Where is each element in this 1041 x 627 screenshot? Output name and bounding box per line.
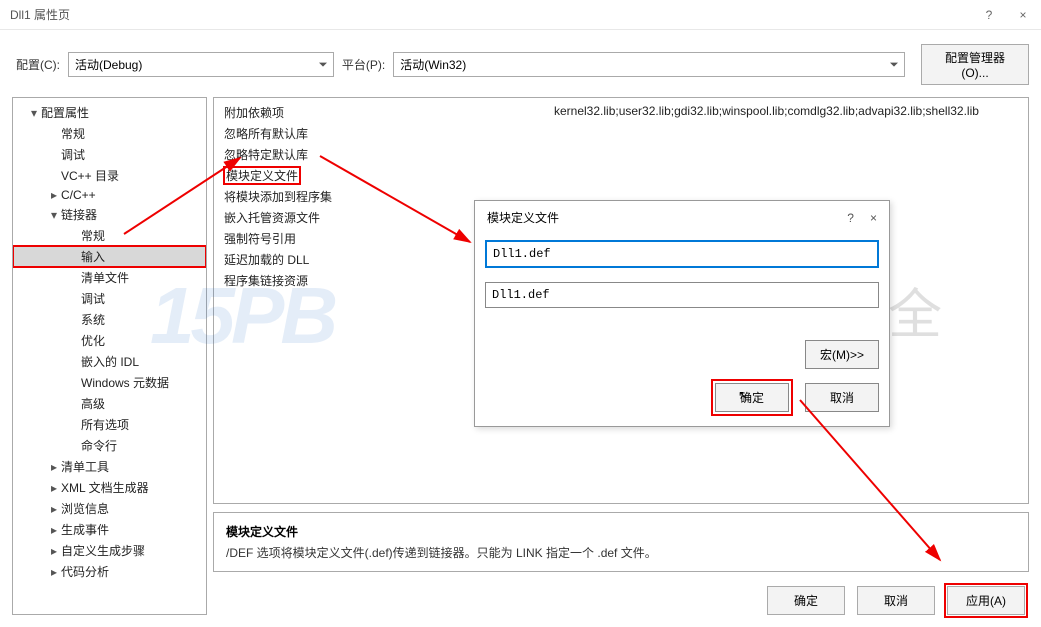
- tree-item[interactable]: VC++ 目录: [13, 165, 206, 186]
- help-icon[interactable]: ?: [981, 8, 997, 22]
- tree-item[interactable]: 常规: [13, 225, 206, 246]
- dialog-title: 模块定义文件: [487, 209, 559, 226]
- property-label: 附加依赖项: [224, 104, 554, 121]
- tree-item[interactable]: ▸代码分析: [13, 561, 206, 582]
- config-manager-button[interactable]: 配置管理器(O)...: [921, 44, 1029, 85]
- tree-item[interactable]: 系统: [13, 309, 206, 330]
- module-def-evaluated: [485, 282, 879, 308]
- desc-title: 模块定义文件: [226, 523, 1016, 540]
- dialog-titlebar: 模块定义文件 ? ×: [475, 201, 889, 234]
- description-panel: 模块定义文件 /DEF 选项将模块定义文件(.def)传递到链接器。只能为 LI…: [213, 512, 1029, 572]
- tree-item[interactable]: 嵌入的 IDL: [13, 351, 206, 372]
- desc-text: /DEF 选项将模块定义文件(.def)传递到链接器。只能为 LINK 指定一个…: [226, 544, 1016, 561]
- tree-item[interactable]: ▸浏览信息: [13, 498, 206, 519]
- tree-item[interactable]: 常规: [13, 123, 206, 144]
- dialog-close-icon[interactable]: ×: [870, 211, 877, 225]
- tree-item[interactable]: 优化: [13, 330, 206, 351]
- titlebar: Dll1 属性页 ? ×: [0, 0, 1041, 30]
- tree-item[interactable]: ▸C/C++: [13, 186, 206, 204]
- property-value: [554, 146, 1018, 163]
- ok-button[interactable]: 确定: [767, 586, 845, 615]
- module-def-dialog: 模块定义文件 ? × 宏(M)>> ↖ 确定 取消: [474, 200, 890, 427]
- dialog-ok-label: 确定: [740, 391, 764, 405]
- dialog-cancel-button[interactable]: 取消: [805, 383, 879, 412]
- property-row[interactable]: 忽略特定默认库: [214, 144, 1028, 165]
- tree-item[interactable]: 输入: [13, 246, 206, 267]
- property-label: 忽略特定默认库: [224, 146, 554, 163]
- dialog-ok-button[interactable]: ↖ 确定: [715, 383, 789, 412]
- property-label: 忽略所有默认库: [224, 125, 554, 142]
- tree-item[interactable]: ▸XML 文档生成器: [13, 477, 206, 498]
- tree-item[interactable]: 调试: [13, 144, 206, 165]
- property-value: kernel32.lib;user32.lib;gdi32.lib;winspo…: [554, 104, 1018, 121]
- macro-button[interactable]: 宏(M)>>: [805, 340, 879, 369]
- property-value: [300, 167, 1018, 184]
- dialog-button-row: ↖ 确定 取消: [475, 377, 889, 426]
- platform-value: 活动(Win32): [400, 58, 466, 72]
- tree-item[interactable]: 清单文件: [13, 267, 206, 288]
- dialog-body: [475, 234, 889, 322]
- tree-item[interactable]: 命令行: [13, 435, 206, 456]
- property-row[interactable]: 忽略所有默认库: [214, 123, 1028, 144]
- tree-item[interactable]: ▸生成事件: [13, 519, 206, 540]
- tree-item[interactable]: 调试: [13, 288, 206, 309]
- window-controls: ? ×: [981, 8, 1031, 22]
- tree-item[interactable]: Windows 元数据: [13, 372, 206, 393]
- nav-tree[interactable]: ▾配置属性常规调试VC++ 目录▸C/C++▾链接器常规输入清单文件调试系统优化…: [12, 97, 207, 615]
- property-value: [554, 125, 1018, 142]
- toolbar: 配置(C): 活动(Debug) 平台(P): 活动(Win32) 配置管理器(…: [0, 30, 1041, 97]
- config-select[interactable]: 活动(Debug): [68, 52, 334, 77]
- bottom-buttons: 确定 取消 应用(A): [213, 580, 1029, 615]
- tree-item[interactable]: ▾配置属性: [13, 102, 206, 123]
- window-title: Dll1 属性页: [10, 6, 70, 23]
- tree-item[interactable]: ▾链接器: [13, 204, 206, 225]
- dialog-help-icon[interactable]: ?: [847, 211, 854, 225]
- tree-item[interactable]: ▸清单工具: [13, 456, 206, 477]
- property-row[interactable]: 模块定义文件: [214, 165, 1028, 186]
- close-icon[interactable]: ×: [1015, 8, 1031, 22]
- module-def-input[interactable]: [485, 240, 879, 268]
- property-row[interactable]: 附加依赖项kernel32.lib;user32.lib;gdi32.lib;w…: [214, 102, 1028, 123]
- platform-select[interactable]: 活动(Win32): [393, 52, 905, 77]
- cancel-button[interactable]: 取消: [857, 586, 935, 615]
- property-label: 模块定义文件: [224, 167, 300, 184]
- config-value: 活动(Debug): [75, 58, 142, 72]
- platform-label: 平台(P):: [342, 56, 385, 73]
- dialog-macro-row: 宏(M)>>: [475, 322, 889, 377]
- dialog-controls: ? ×: [847, 211, 877, 225]
- tree-item[interactable]: ▸自定义生成步骤: [13, 540, 206, 561]
- apply-button[interactable]: 应用(A): [947, 586, 1025, 615]
- config-label: 配置(C):: [16, 56, 60, 73]
- tree-item[interactable]: 所有选项: [13, 414, 206, 435]
- tree-item[interactable]: 高级: [13, 393, 206, 414]
